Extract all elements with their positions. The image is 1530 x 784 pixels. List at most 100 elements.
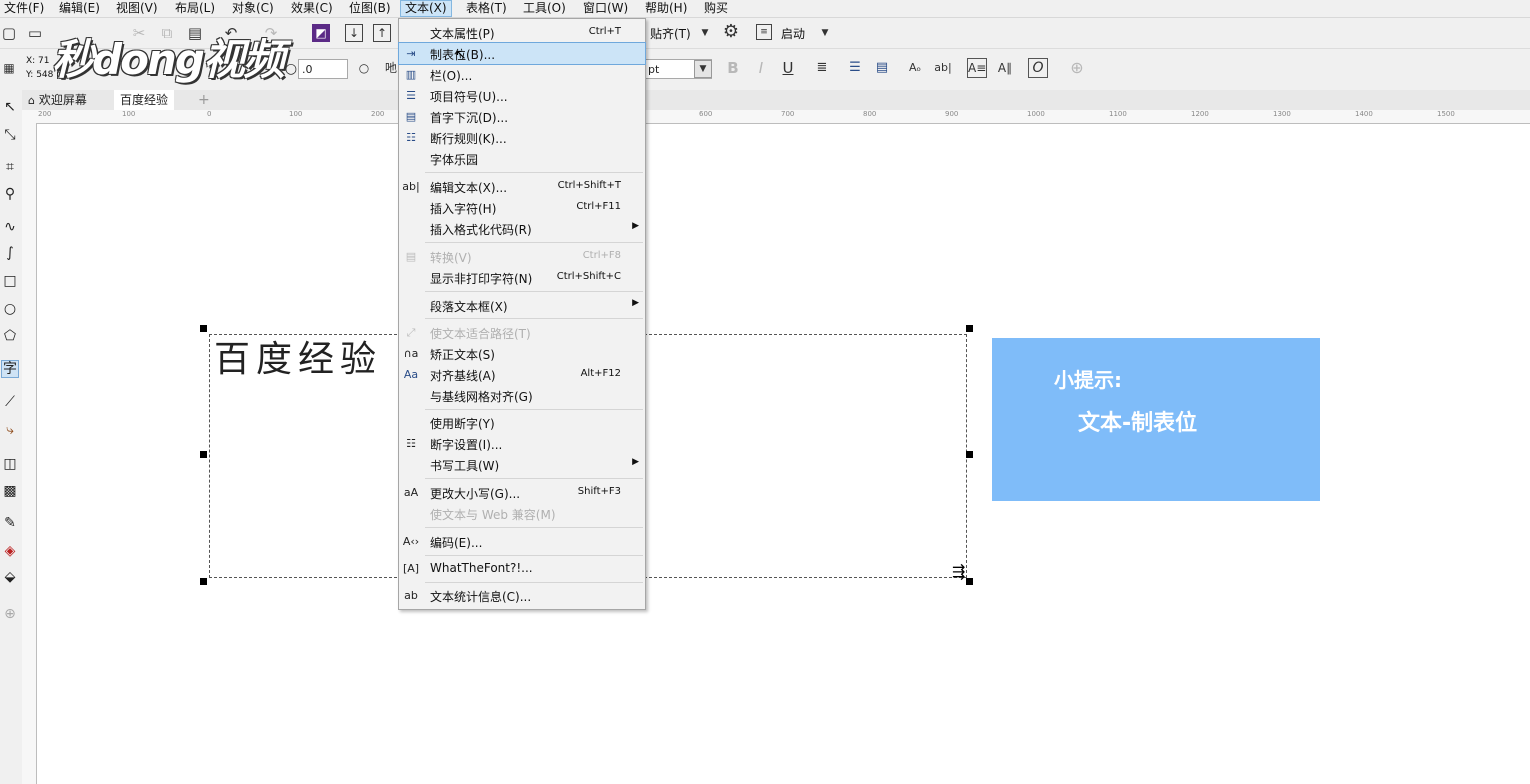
ellipse-tool-icon[interactable]: ○ [1,300,19,318]
character-format-icon[interactable]: Aₒ [906,59,924,77]
menu-item-hyphenation-settings[interactable]: ☷ 断字设置(I)... [399,433,645,454]
coord-x: X: 71 [26,56,50,66]
bullet-list-icon[interactable]: ☰ [846,59,864,77]
menu-item-columns[interactable]: ▥ 栏(O)... [399,64,645,85]
menu-item-line-break-rules[interactable]: ☷ 断行规则(K)... [399,127,645,148]
export-icon[interactable]: ↑ [373,24,391,42]
menu-table[interactable]: 表格(T) [462,0,511,17]
gear-icon[interactable]: ⚙ [722,23,740,41]
menu-item-insert-formatting-code[interactable]: 插入格式化代码(R) ▶ [399,218,645,239]
menu-item-shortcut: Alt+F12 [580,368,621,379]
text-align-icon[interactable]: ≣ [813,59,831,77]
chevron-down-icon[interactable]: ▼ [694,60,712,78]
menu-item-text-statistics[interactable]: ab 文本统计信息(C)... [399,585,645,606]
menu-item-writing-tools[interactable]: 书写工具(W) ▶ [399,454,645,475]
menu-item-paragraph-frame[interactable]: 段落文本框(X) ▶ [399,295,645,316]
menu-layout[interactable]: 布局(L) [171,0,219,17]
rectangle-tool-icon[interactable]: □ [1,272,19,290]
eyedropper-icon[interactable]: ✎ [1,514,19,532]
pick-tool-icon[interactable]: ↖ [1,98,19,116]
new-document-icon[interactable]: ▢ [0,24,18,42]
freehand-tool-icon[interactable]: ∿ [1,218,19,236]
menu-help[interactable]: 帮助(H) [641,0,691,17]
launch-dropdown[interactable]: 启动 [781,25,805,42]
zoom-tool-icon[interactable]: ⚲ [1,185,19,203]
menu-item-whatthefont[interactable]: [A] WhatTheFont?!... [399,558,645,579]
menu-file[interactable]: 文件(F) [0,0,48,17]
selection-handle[interactable] [966,578,973,585]
menu-effects[interactable]: 效果(C) [287,0,337,17]
launch-icon[interactable]: ≡ [756,24,772,40]
menu-item-label: 栏(O)... [430,69,473,83]
italic-icon[interactable]: I [752,59,770,77]
text-tool-icon[interactable]: 字 [1,360,19,378]
selection-handle[interactable] [200,325,207,332]
outline-width-field[interactable]: .0 [298,59,348,79]
transparency-icon[interactable]: ▩ [1,482,19,500]
menu-buy[interactable]: 购买 [700,0,732,17]
menu-bar: 文件(F) 编辑(E) 视图(V) 布局(L) 对象(C) 效果(C) 位图(B… [0,0,1530,18]
home-icon: ⌂ [28,94,35,107]
menu-tools[interactable]: 工具(O) [519,0,570,17]
vertical-text-icon[interactable]: A∥ [996,59,1014,77]
selection-handle[interactable] [966,451,973,458]
opentype-icon[interactable]: O [1028,58,1048,78]
selection-handle[interactable] [966,325,973,332]
ruler-tick: 100 [289,110,303,118]
smart-fill-icon[interactable]: ⬙ [1,568,19,586]
artistic-media-icon[interactable]: ∫ [1,244,19,262]
crop-tool-icon[interactable]: ⌗ [1,158,19,176]
menu-item-align-baseline[interactable]: Aa 对齐基线(A) Alt+F12 [399,364,645,385]
chevron-down-icon[interactable]: ▼ [816,24,834,42]
menu-item-label: 首字下沉(D)... [430,111,509,125]
chevron-down-icon[interactable]: ▼ [696,24,714,42]
add-icon[interactable]: ⊕ [1068,59,1086,77]
menu-object[interactable]: 对象(C) [228,0,278,17]
menu-item-drop-cap[interactable]: ▤ 首字下沉(D)... [399,106,645,127]
fit-path-icon: ⤢ [406,326,416,339]
menu-view[interactable]: 视图(V) [112,0,162,17]
menu-item-straighten-text[interactable]: ∩a 矫正文本(S) [399,343,645,364]
selection-handle[interactable] [200,451,207,458]
connector-tool-icon[interactable]: ⤷ [1,421,19,439]
menu-item-text-properties[interactable]: 文本属性(P) Ctrl+T [399,22,645,43]
menu-bitmap[interactable]: 位图(B) [345,0,395,17]
edit-text-icon[interactable]: ab| [934,59,952,77]
add-tool-icon[interactable]: ⊕ [1,605,19,623]
add-tab-icon[interactable]: + [192,90,216,110]
shape-tool-icon[interactable]: ⤡ [1,126,19,144]
menu-item-font-playground[interactable]: 字体乐园 [399,148,645,169]
menu-item-align-baseline-grid[interactable]: 与基线网格对齐(G) [399,385,645,406]
menu-item-bullets[interactable]: ☰ 项目符号(U)... [399,85,645,106]
drop-shadow-icon[interactable]: ◫ [1,455,19,473]
menu-separator [425,555,643,556]
parallel-dimension-icon[interactable]: ⟋ [1,393,19,411]
menu-edit[interactable]: 编辑(E) [55,0,104,17]
snap-to-dropdown[interactable]: 贴齐(T) [650,25,691,42]
menu-separator [425,409,643,410]
selection-handle[interactable] [200,578,207,585]
menu-item-encoding[interactable]: A‹› 编码(E)... [399,531,645,552]
horizontal-text-icon[interactable]: A≡ [967,58,987,78]
menu-text[interactable]: 文本(X) [400,0,452,17]
menu-item-change-case[interactable]: aA 更改大小写(G)... Shift+F3 [399,482,645,503]
object-origin-icon[interactable]: ▦ [0,59,18,77]
corel-connect-icon[interactable]: ◩ [312,24,330,42]
drop-cap-icon[interactable]: ▤ [873,59,891,77]
tab-document[interactable]: 百度经验 [114,90,175,110]
ruler-tick: 200 [371,110,385,118]
bold-icon[interactable]: B [724,59,742,77]
menu-window[interactable]: 窗口(W) [579,0,632,17]
menu-item-use-hyphenation[interactable]: 使用断字(Y) [399,412,645,433]
menu-item-show-nonprinting[interactable]: 显示非打印字符(N) Ctrl+Shift+C [399,267,645,288]
text-frame-overflow-icon[interactable]: ⇶ [952,562,965,581]
menu-item-insert-character[interactable]: 插入字符(H) Ctrl+F11 [399,197,645,218]
underline-icon[interactable]: U [779,59,797,77]
import-icon[interactable]: ↓ [345,24,363,42]
menu-item-edit-text[interactable]: ab| 编辑文本(X)... Ctrl+Shift+T [399,176,645,197]
interactive-fill-icon[interactable]: ◈ [1,542,19,560]
menu-item-tabs[interactable]: ⇥ 制表位(B)... [398,42,646,65]
open-folder-icon[interactable]: ▭ [26,24,44,42]
polygon-tool-icon[interactable]: ⬠ [1,327,19,345]
tab-welcome[interactable]: ⌂ 欢迎屏幕 [22,90,93,110]
